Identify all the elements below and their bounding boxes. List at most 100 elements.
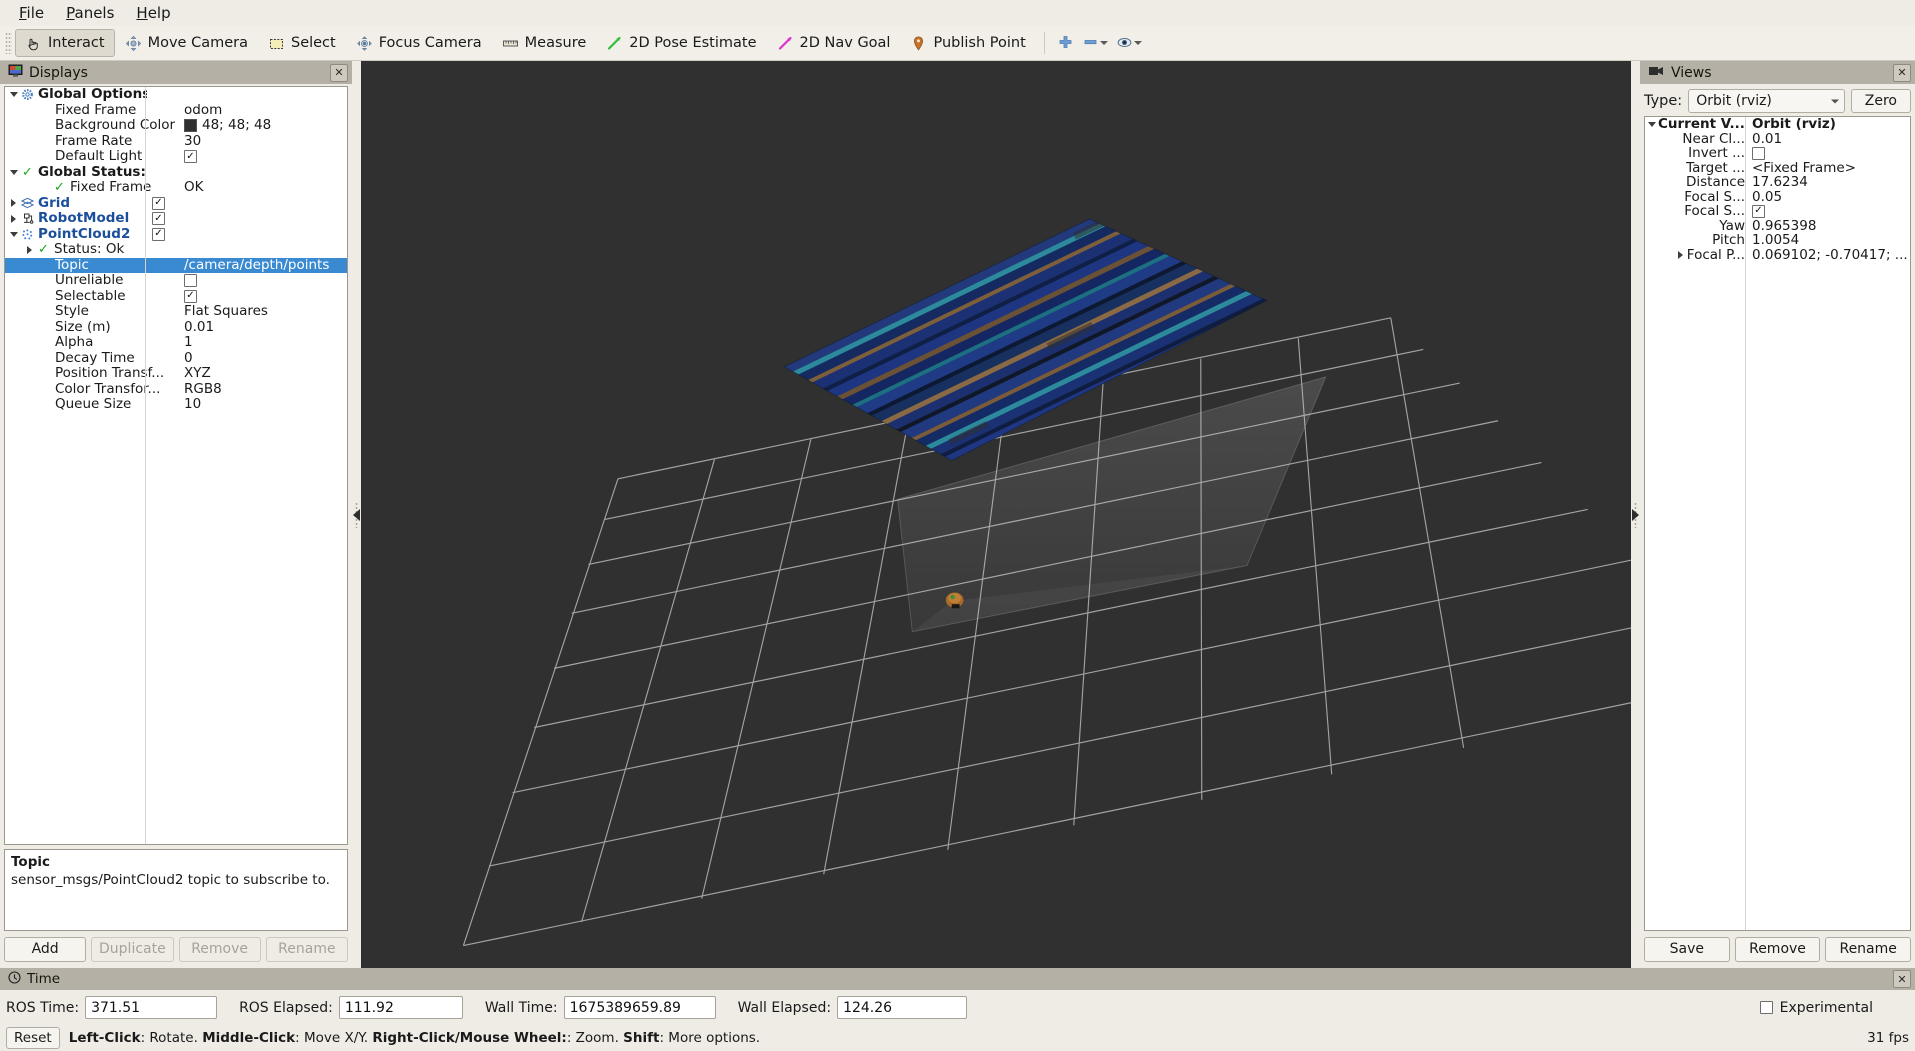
close-icon[interactable]: ✕ bbox=[330, 63, 348, 82]
row-value-cell[interactable]: OK bbox=[179, 180, 347, 196]
row-value-cell[interactable]: 1 bbox=[179, 335, 347, 351]
expand-down-icon[interactable] bbox=[7, 231, 20, 237]
row-value-cell[interactable]: 0.01 bbox=[1748, 132, 1910, 147]
field-input[interactable]: 124.26 bbox=[837, 996, 968, 1019]
checkbox[interactable]: ✓ bbox=[184, 289, 197, 303]
add-button[interactable]: Add bbox=[4, 936, 87, 962]
display-row-fixed-frame[interactable]: ✓ Fixed Frame OK bbox=[5, 180, 347, 196]
row-value-cell[interactable]: <Fixed Frame> bbox=[1748, 161, 1910, 176]
tool-2d-nav-goal[interactable]: 2D Nav Goal bbox=[767, 29, 901, 57]
display-row-pointcloud2[interactable]: PointCloud2 ✓ bbox=[5, 227, 347, 243]
row-value-cell[interactable]: 0.01 bbox=[179, 320, 347, 336]
display-row-global-status-ok[interactable]: ✓ Global Status: Ok bbox=[5, 165, 347, 181]
reset-button[interactable]: Reset bbox=[6, 1027, 60, 1049]
view-row-yaw[interactable]: Yaw 0.965398 bbox=[1645, 219, 1910, 234]
row-value-cell[interactable]: 48; 48; 48 bbox=[179, 118, 347, 134]
display-row-size-m[interactable]: Size (m) 0.01 bbox=[5, 320, 347, 336]
color-swatch[interactable] bbox=[184, 119, 197, 133]
display-row-topic[interactable]: Topic/camera/depth/points bbox=[5, 257, 347, 274]
checkbox[interactable] bbox=[1759, 1001, 1773, 1014]
checkbox[interactable]: ✓ bbox=[152, 196, 165, 210]
view-type-select[interactable]: Orbit (rviz) bbox=[1688, 89, 1845, 113]
display-row-unreliable[interactable]: Unreliable bbox=[5, 273, 347, 289]
3d-viewport[interactable] bbox=[361, 61, 1631, 968]
row-value-cell[interactable]: /camera/depth/points bbox=[179, 258, 347, 274]
views-rename-button[interactable]: Rename bbox=[1825, 936, 1912, 962]
field-input[interactable]: 1675389659.89 bbox=[563, 996, 716, 1019]
checkbox[interactable]: ✓ bbox=[152, 212, 165, 226]
row-value-cell[interactable]: 10 bbox=[179, 397, 347, 413]
expand-right-icon[interactable] bbox=[7, 214, 20, 223]
zero-button[interactable]: Zero bbox=[1850, 89, 1911, 113]
row-value-cell[interactable]: 1.0054 bbox=[1748, 233, 1910, 248]
collapse-right-icon[interactable] bbox=[1632, 508, 1639, 521]
row-value-cell[interactable]: 0 bbox=[179, 351, 347, 367]
display-row-global-options[interactable]: Global Options bbox=[5, 87, 347, 103]
expand-down-icon[interactable] bbox=[1645, 121, 1658, 127]
row-value-cell[interactable]: Orbit (rviz) bbox=[1748, 117, 1910, 132]
views-save-button[interactable]: Save bbox=[1644, 936, 1730, 962]
display-row-alpha[interactable]: Alpha 1 bbox=[5, 335, 347, 351]
menu-help[interactable]: Help bbox=[125, 2, 181, 24]
row-value-cell[interactable] bbox=[1748, 146, 1910, 160]
view-row-focal-s[interactable]: Focal S... ✓ bbox=[1645, 204, 1910, 219]
checkbox[interactable] bbox=[184, 274, 197, 288]
display-row-fixed-frame[interactable]: Fixed Frame odom bbox=[5, 103, 347, 119]
display-row-default-light[interactable]: Default Light ✓ bbox=[5, 149, 347, 165]
display-row-decay-time[interactable]: Decay Time 0 bbox=[5, 351, 347, 367]
remove-tool-button[interactable] bbox=[1078, 30, 1112, 56]
expand-down-icon[interactable] bbox=[7, 169, 20, 175]
row-value-cell[interactable]: ✓ bbox=[147, 196, 347, 210]
row-value-cell[interactable]: ✓ bbox=[147, 227, 347, 241]
view-row-invert[interactable]: Invert ... bbox=[1645, 146, 1910, 161]
experimental-checkbox-row[interactable]: Experimental bbox=[1759, 1000, 1873, 1016]
view-row-target[interactable]: Target ... <Fixed Frame> bbox=[1645, 161, 1910, 176]
tool-publish-point[interactable]: Publish Point bbox=[900, 29, 1035, 57]
view-row-current-v[interactable]: Current V... Orbit (rviz) bbox=[1645, 117, 1910, 132]
checkbox[interactable]: ✓ bbox=[1752, 204, 1765, 218]
row-value-cell[interactable]: ✓ bbox=[179, 150, 347, 164]
row-value-cell[interactable]: ✓ bbox=[179, 289, 347, 303]
display-row-style[interactable]: Style Flat Squares bbox=[5, 304, 347, 320]
right-splitter[interactable] bbox=[1631, 61, 1640, 968]
display-row-robotmodel[interactable]: RobotModel ✓ bbox=[5, 211, 347, 227]
display-row-color-transfor[interactable]: Color Transfor... RGB8 bbox=[5, 382, 347, 398]
expand-right-icon[interactable] bbox=[1674, 250, 1687, 259]
checkbox[interactable] bbox=[1752, 146, 1765, 160]
display-row-position-transf[interactable]: Position Transf... XYZ bbox=[5, 366, 347, 382]
expand-down-icon[interactable] bbox=[7, 92, 20, 98]
views-tree[interactable]: Current V... Orbit (rviz) Near Cl... 0.01 In… bbox=[1644, 116, 1911, 931]
left-splitter[interactable] bbox=[352, 61, 361, 968]
tool-2d-pose-estimate[interactable]: 2D Pose Estimate bbox=[596, 29, 766, 57]
row-value-cell[interactable]: 0.05 bbox=[1748, 190, 1910, 205]
menu-panels[interactable]: Panels bbox=[55, 2, 125, 24]
tool-focus-camera[interactable]: Focus Camera bbox=[346, 29, 492, 57]
row-value-cell[interactable]: RGB8 bbox=[179, 382, 347, 398]
display-row-frame-rate[interactable]: Frame Rate 30 bbox=[5, 134, 347, 150]
tool-move-camera[interactable]: Move Camera bbox=[115, 29, 258, 57]
display-row-status-ok[interactable]: ✓ Status: Ok bbox=[5, 242, 347, 258]
row-value-cell[interactable]: XYZ bbox=[179, 366, 347, 382]
checkbox[interactable]: ✓ bbox=[152, 227, 165, 241]
close-icon[interactable]: ✕ bbox=[1893, 63, 1911, 82]
row-value-cell[interactable]: 0.069102; -0.70417; ... bbox=[1748, 248, 1910, 263]
display-row-queue-size[interactable]: Queue Size 10 bbox=[5, 397, 347, 413]
row-value-cell[interactable]: ✓ bbox=[147, 212, 347, 226]
menu-file[interactable]: File bbox=[8, 2, 55, 24]
row-value-cell[interactable]: 0.965398 bbox=[1748, 219, 1910, 234]
view-row-pitch[interactable]: Pitch 1.0054 bbox=[1645, 233, 1910, 248]
view-row-focal-p[interactable]: Focal P... 0.069102; -0.70417; ... bbox=[1645, 248, 1910, 263]
row-value-cell[interactable]: 17.6234 bbox=[1748, 175, 1910, 190]
display-row-selectable[interactable]: Selectable ✓ bbox=[5, 289, 347, 305]
row-value-cell[interactable] bbox=[179, 274, 347, 288]
tool-select[interactable]: Select bbox=[258, 29, 346, 57]
row-value-cell[interactable]: Flat Squares bbox=[179, 304, 347, 320]
view-row-distance[interactable]: Distance 17.6234 bbox=[1645, 175, 1910, 190]
field-input[interactable]: 371.51 bbox=[85, 996, 218, 1019]
collapse-left-icon[interactable] bbox=[353, 508, 360, 521]
displays-tree[interactable]: Global Options Fixed Frame odom Background … bbox=[4, 86, 348, 845]
row-value-cell[interactable]: odom bbox=[179, 103, 347, 119]
tool-interact[interactable]: Interact bbox=[15, 29, 115, 57]
display-row-background-color[interactable]: Background Color 48; 48; 48 bbox=[5, 118, 347, 134]
field-input[interactable]: 111.92 bbox=[338, 996, 463, 1019]
